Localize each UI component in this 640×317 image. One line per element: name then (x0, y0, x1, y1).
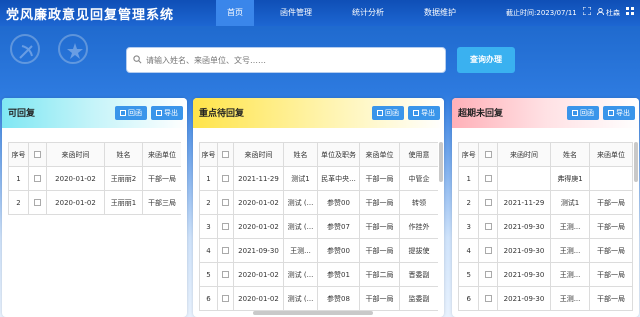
reply-icon (572, 110, 578, 116)
table-row[interactable]: 4 2021-09-30 王测... 干部一局 (458, 238, 633, 263)
checkbox[interactable] (222, 247, 229, 254)
table-row[interactable]: 6 2021-09-30 王测... 干部一局 (458, 286, 633, 311)
party-emblem-icon (10, 34, 40, 64)
panel-header: 重点待回复 回函 导出 (193, 98, 444, 128)
col-date: 来函时间 (233, 142, 284, 167)
panel-title: 重点待回复 (199, 109, 245, 119)
table-row[interactable]: 5 2021-09-30 王测... 干部一局 (458, 262, 633, 287)
app-title: 党风廉政意见回复管理系统 (6, 8, 175, 23)
col-unit: 来函单位 (142, 142, 181, 167)
vertical-scrollbar[interactable] (439, 142, 443, 182)
col-date: 来函时间 (496, 142, 552, 167)
table-row[interactable]: 1 2021-11-29 测试1 民革中央... 干部一局 中管企 (199, 166, 438, 191)
overdue-table: 序号 来函时间 姓名 来函单位 1 弗得庚1 2 2021-11-29 测试1 干部一局… (458, 142, 633, 311)
user-name: 杜森 (606, 9, 620, 17)
table-row[interactable]: 2 2021-11-29 测试1 干部一局 (458, 190, 633, 215)
table-header-row: 序号 来函时间 姓名 单位及职务 来函单位 使用意 (199, 142, 438, 167)
col-name: 姓名 (550, 142, 590, 167)
export-icon (608, 110, 614, 116)
col-position: 单位及职务 (317, 142, 360, 167)
checkbox[interactable] (222, 199, 229, 206)
checkbox[interactable] (484, 199, 492, 206)
table-row[interactable]: 6 2020-01-02 测试 (... 参赞08 干部一局 监委副 (199, 286, 438, 311)
col-usage: 使用意 (399, 142, 438, 167)
checkbox[interactable] (34, 151, 41, 158)
col-select[interactable] (28, 142, 47, 167)
export-button[interactable]: 导出 (408, 106, 440, 120)
horizontal-scrollbar[interactable] (253, 311, 373, 315)
checkbox[interactable] (484, 247, 492, 254)
table-header-row: 序号 来函时间 姓名 来函单位 (458, 142, 633, 167)
reply-icon (377, 110, 383, 116)
fullscreen-icon[interactable] (582, 0, 592, 26)
col-name: 姓名 (104, 142, 143, 167)
checkbox[interactable] (222, 175, 229, 182)
user-menu[interactable]: 杜森 (596, 0, 620, 26)
checkbox[interactable] (484, 295, 492, 302)
national-emblem-icon (58, 34, 88, 64)
hero-emblems (10, 34, 88, 64)
checkbox[interactable] (484, 271, 492, 278)
col-unit: 来函单位 (359, 142, 400, 167)
col-select[interactable] (478, 142, 498, 167)
export-icon (156, 110, 162, 116)
search-box (126, 47, 446, 73)
deadline-text: 截止时间:2023/07/11 (506, 9, 577, 17)
menu-icon[interactable] (626, 0, 634, 26)
checkbox[interactable] (222, 271, 229, 278)
table-header-row: 序号 来函时间 姓名 来函单位 (8, 142, 181, 167)
panel-header: 可回复 回函 导出 (2, 98, 187, 128)
table-row[interactable]: 1 2020-01-02 王丽丽2 干部一局 (8, 166, 181, 191)
table-row[interactable]: 3 2021-09-30 王测... 干部一局 (458, 214, 633, 239)
col-unit: 来函单位 (589, 142, 633, 167)
col-date: 来函时间 (46, 142, 105, 167)
table-row[interactable]: 4 2021-09-30 王测... 参赞00 干部一局 提拔使 (199, 238, 438, 263)
table-row[interactable]: 3 2020-01-02 测试 (... 参赞07 干部一局 作挂外 (199, 214, 438, 239)
col-select[interactable] (217, 142, 234, 167)
checkbox[interactable] (222, 295, 229, 302)
panel-pending: 重点待回复 回函 导出 序号 来函时间 姓名 单位及职务 来函单位 使用意 12… (193, 98, 444, 317)
checkbox[interactable] (34, 175, 41, 182)
replied-table: 序号 来函时间 姓名 来函单位 1 2020-01-02 王丽丽2 干部一局 2 202… (8, 142, 181, 215)
top-bar: 党风廉政意见回复管理系统 首页 函件管理 统计分析 数据维护 截止时间:2023… (0, 0, 640, 26)
table-row[interactable]: 2 2020-01-02 测试 (... 参赞00 干部一局 转领 (199, 190, 438, 215)
checkbox[interactable] (222, 223, 229, 230)
search-icon (133, 54, 142, 66)
export-button[interactable]: 导出 (151, 106, 183, 120)
table-row[interactable]: 1 弗得庚1 (458, 166, 633, 191)
col-index: 序号 (8, 142, 29, 167)
checkbox[interactable] (484, 151, 492, 158)
reply-icon (120, 110, 126, 116)
checkbox[interactable] (222, 151, 229, 158)
search-input[interactable] (146, 55, 436, 65)
reply-button[interactable]: 回函 (567, 106, 599, 120)
panel-title: 可回复 (8, 109, 36, 119)
nav-letters[interactable]: 函件管理 (266, 0, 326, 26)
main-nav: 首页 函件管理 统计分析 数据维护 (216, 0, 470, 26)
nav-data-maintenance[interactable]: 数据维护 (410, 0, 470, 26)
user-icon (596, 8, 606, 17)
header-right: 截止时间:2023/07/11 杜森 (506, 0, 634, 26)
panel-replied: 可回复 回函 导出 序号 来函时间 姓名 来函单位 1 2020-01-02 王丽丽… (2, 98, 187, 317)
checkbox[interactable] (484, 223, 492, 230)
checkbox[interactable] (34, 199, 41, 206)
col-index: 序号 (199, 142, 218, 167)
vertical-scrollbar[interactable] (634, 142, 638, 182)
panel-header: 超期未回复 回函 导出 (452, 98, 639, 128)
table-row[interactable]: 5 2020-01-02 测试 (... 参赞01 干部二局 晋委副 (199, 262, 438, 287)
reply-button[interactable]: 回函 (115, 106, 147, 120)
table-row[interactable]: 2 2020-01-02 王丽丽1 干部三局 (8, 190, 181, 215)
panel-overdue: 超期未回复 回函 导出 序号 来函时间 姓名 来函单位 1 弗得庚1 2 2021-… (452, 98, 639, 317)
reply-button[interactable]: 回函 (372, 106, 404, 120)
nav-home[interactable]: 首页 (216, 0, 254, 26)
search-button[interactable]: 查询办理 (457, 47, 515, 73)
nav-statistics[interactable]: 统计分析 (338, 0, 398, 26)
export-icon (413, 110, 419, 116)
col-index: 序号 (458, 142, 480, 167)
checkbox[interactable] (484, 175, 492, 182)
col-name: 姓名 (283, 142, 318, 167)
pending-table: 序号 来函时间 姓名 单位及职务 来函单位 使用意 1 2021-11-29 测试1… (199, 142, 438, 311)
export-button[interactable]: 导出 (603, 106, 635, 120)
panel-title: 超期未回复 (458, 109, 504, 119)
